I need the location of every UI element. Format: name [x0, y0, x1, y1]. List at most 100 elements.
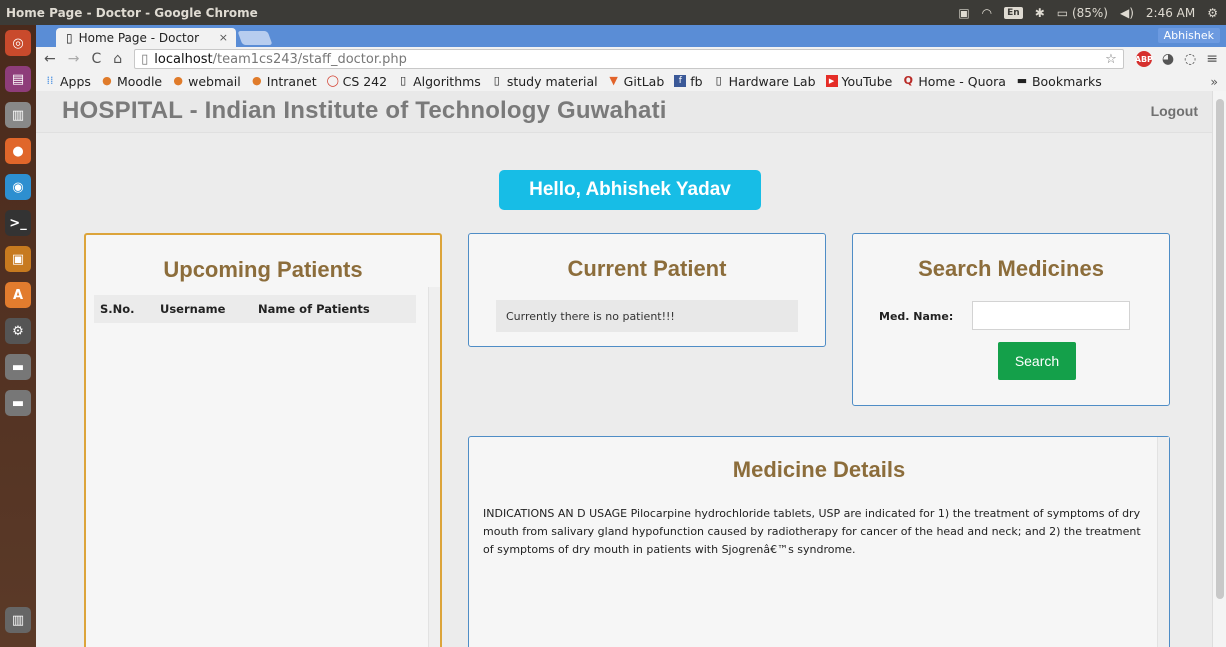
reload-icon[interactable]: C: [91, 51, 101, 67]
quora-icon: Q: [903, 74, 914, 87]
monitor-icon[interactable]: ▣: [958, 6, 969, 20]
settings-gear-icon[interactable]: ⚙: [1207, 6, 1218, 20]
bookmarks-bar: ⁞⁞ Apps ● Moodle ● webmail ● Intranet ◯ CS 24…: [36, 71, 1226, 91]
keyboard-layout-indicator[interactable]: En: [1004, 6, 1023, 19]
os-top-panel: Home Page - Doctor - Google Chrome ▣ ◠ E…: [0, 0, 1226, 25]
site-brand[interactable]: HOSPITAL - Indian Institute of Technolog…: [62, 97, 667, 125]
bookmark-star-icon[interactable]: ☆: [1105, 52, 1117, 67]
bookmark-algorithms[interactable]: ▯ Algorithms: [397, 74, 481, 89]
volume-icon[interactable]: ◀): [1120, 6, 1134, 20]
page-viewport: HOSPITAL - Indian Institute of Technolog…: [36, 91, 1226, 647]
upcoming-patients-title: Upcoming Patients: [163, 257, 363, 282]
text-editor-icon[interactable]: A: [5, 282, 31, 308]
webmail-icon: ●: [173, 74, 183, 87]
browser-tab[interactable]: ▯ Home Page - Doctor ×: [56, 28, 236, 47]
page-icon: ▯: [493, 74, 500, 87]
facebook-icon: f: [674, 75, 687, 87]
cs242-icon: ◯: [326, 74, 339, 87]
window-title: Home Page - Doctor - Google Chrome: [6, 5, 258, 20]
trash-icon[interactable]: ▥: [5, 607, 31, 633]
greeting-banner: Hello, Abhishek Yadav: [499, 170, 761, 210]
more-bookmarks-chevron-icon[interactable]: »: [1210, 74, 1218, 89]
med-name-label: Med. Name:: [879, 310, 954, 323]
bluetooth-icon[interactable]: ✱: [1035, 6, 1045, 20]
bookmark-gitlab[interactable]: ▼ GitLab: [608, 74, 664, 89]
close-tab-icon[interactable]: ×: [219, 31, 228, 44]
medicine-details-text: INDICATIONS AN D USAGE Pilocarpine hydro…: [483, 507, 1141, 556]
med-name-input[interactable]: [972, 301, 1130, 330]
bookmark-webmail[interactable]: ● webmail: [172, 74, 240, 89]
page-icon: ▯: [400, 74, 407, 87]
system-settings-icon[interactable]: ⚙: [5, 318, 31, 344]
chrome-icon[interactable]: ◉: [5, 174, 31, 200]
battery-percent: (85%): [1071, 5, 1108, 20]
adblock-icon[interactable]: ABP: [1135, 51, 1153, 67]
browser-window: ▯ Home Page - Doctor × Abhishek ← → C ⌂ …: [36, 25, 1226, 647]
page-icon: ▯: [66, 30, 73, 45]
intranet-icon: ●: [251, 74, 262, 87]
address-bar[interactable]: ▯ localhost/team1cs243/staff_doctor.php …: [134, 49, 1124, 69]
column-header-patient-name: Name of Patients: [258, 302, 370, 316]
tab-strip: ▯ Home Page - Doctor × Abhishek: [36, 25, 1226, 47]
page-scrollbar[interactable]: [1212, 91, 1226, 647]
search-medicines-panel: Search Medicines Med. Name: Search: [852, 233, 1170, 406]
url-path: /team1cs243/staff_doctor.php: [212, 51, 407, 67]
extension-2-icon[interactable]: ◌: [1184, 51, 1196, 67]
page-scrollbar-thumb[interactable]: [1216, 99, 1224, 599]
bookmark-fb[interactable]: f fb: [674, 74, 703, 89]
bookmark-quora[interactable]: Q Home - Quora: [902, 74, 1006, 89]
apps-grid-icon: ⁞⁞: [46, 74, 54, 87]
software-center-icon[interactable]: ▣: [5, 246, 31, 272]
bookmark-folder[interactable]: ▬ Bookmarks: [1016, 74, 1102, 89]
clock[interactable]: 2:46 AM: [1146, 6, 1195, 20]
search-medicines-title: Search Medicines: [918, 256, 1104, 281]
files-app-icon[interactable]: ▤: [5, 66, 31, 92]
app-launcher: ◎ ▤ ▥ ● ◉ >_ ▣ A ⚙ ▬ ▬ ▥: [0, 25, 36, 647]
youtube-icon: ▶: [825, 75, 838, 87]
upcoming-scrollbar[interactable]: [428, 287, 440, 647]
bookmark-cs242[interactable]: ◯ CS 242: [327, 74, 388, 89]
medicine-details-title: Medicine Details: [732, 457, 906, 482]
bookmark-hardware-lab[interactable]: ▯ Hardware Lab: [713, 74, 816, 89]
battery-indicator[interactable]: ▭ (85%): [1057, 6, 1108, 20]
new-tab-button[interactable]: [237, 31, 273, 45]
back-arrow-icon[interactable]: ←: [44, 51, 56, 67]
no-patient-message: Currently there is no patient!!!: [496, 300, 798, 332]
bookmark-apps[interactable]: ⁞⁞ Apps: [44, 74, 91, 89]
menu-icon[interactable]: ≡: [1206, 51, 1218, 67]
document-viewer-icon[interactable]: ▥: [5, 102, 31, 128]
column-header-username: Username: [160, 302, 226, 316]
page-icon: ▯: [715, 74, 722, 87]
home-icon[interactable]: ⌂: [113, 51, 122, 67]
patients-table-header: S.No. Username Name of Patients: [94, 295, 416, 323]
forward-arrow-icon[interactable]: →: [68, 51, 80, 67]
details-scrollbar[interactable]: [1157, 437, 1169, 647]
moodle-icon: ●: [102, 74, 112, 87]
page-icon: ▯: [141, 51, 149, 67]
search-button[interactable]: Search: [998, 342, 1076, 380]
wifi-icon[interactable]: ◠: [982, 6, 992, 20]
tab-title: Home Page - Doctor: [78, 30, 200, 45]
system-tray: ▣ ◠ En ✱ ▭ (85%) ◀) 2:46 AM ⚙: [958, 6, 1226, 20]
profile-button[interactable]: Abhishek: [1157, 28, 1220, 43]
browser-toolbar: ← → C ⌂ ▯ localhost/team1cs243/staff_doc…: [36, 47, 1226, 71]
site-header: HOSPITAL - Indian Institute of Technolog…: [36, 91, 1212, 133]
extension-icon[interactable]: ◕: [1162, 51, 1174, 67]
drive-2-icon[interactable]: ▬: [5, 390, 31, 416]
firefox-icon[interactable]: ●: [5, 138, 31, 164]
bookmark-intranet[interactable]: ● Intranet: [251, 74, 317, 89]
bookmark-study-material[interactable]: ▯ study material: [491, 74, 598, 89]
column-header-sno: S.No.: [100, 302, 135, 316]
folder-icon: ▬: [1016, 74, 1028, 87]
current-patient-title: Current Patient: [567, 256, 727, 281]
terminal-icon[interactable]: >_: [5, 210, 31, 236]
url-host: localhost: [154, 51, 213, 67]
dash-icon[interactable]: ◎: [5, 30, 31, 56]
bookmark-moodle[interactable]: ● Moodle: [101, 74, 162, 89]
gitlab-icon: ▼: [609, 74, 618, 87]
upcoming-patients-panel: Upcoming Patients S.No. Username Name of…: [84, 233, 442, 647]
bookmark-youtube[interactable]: ▶ YouTube: [825, 74, 892, 89]
current-patient-panel: Current Patient Currently there is no pa…: [468, 233, 826, 347]
logout-link[interactable]: Logout: [1151, 103, 1198, 119]
drive-icon[interactable]: ▬: [5, 354, 31, 380]
